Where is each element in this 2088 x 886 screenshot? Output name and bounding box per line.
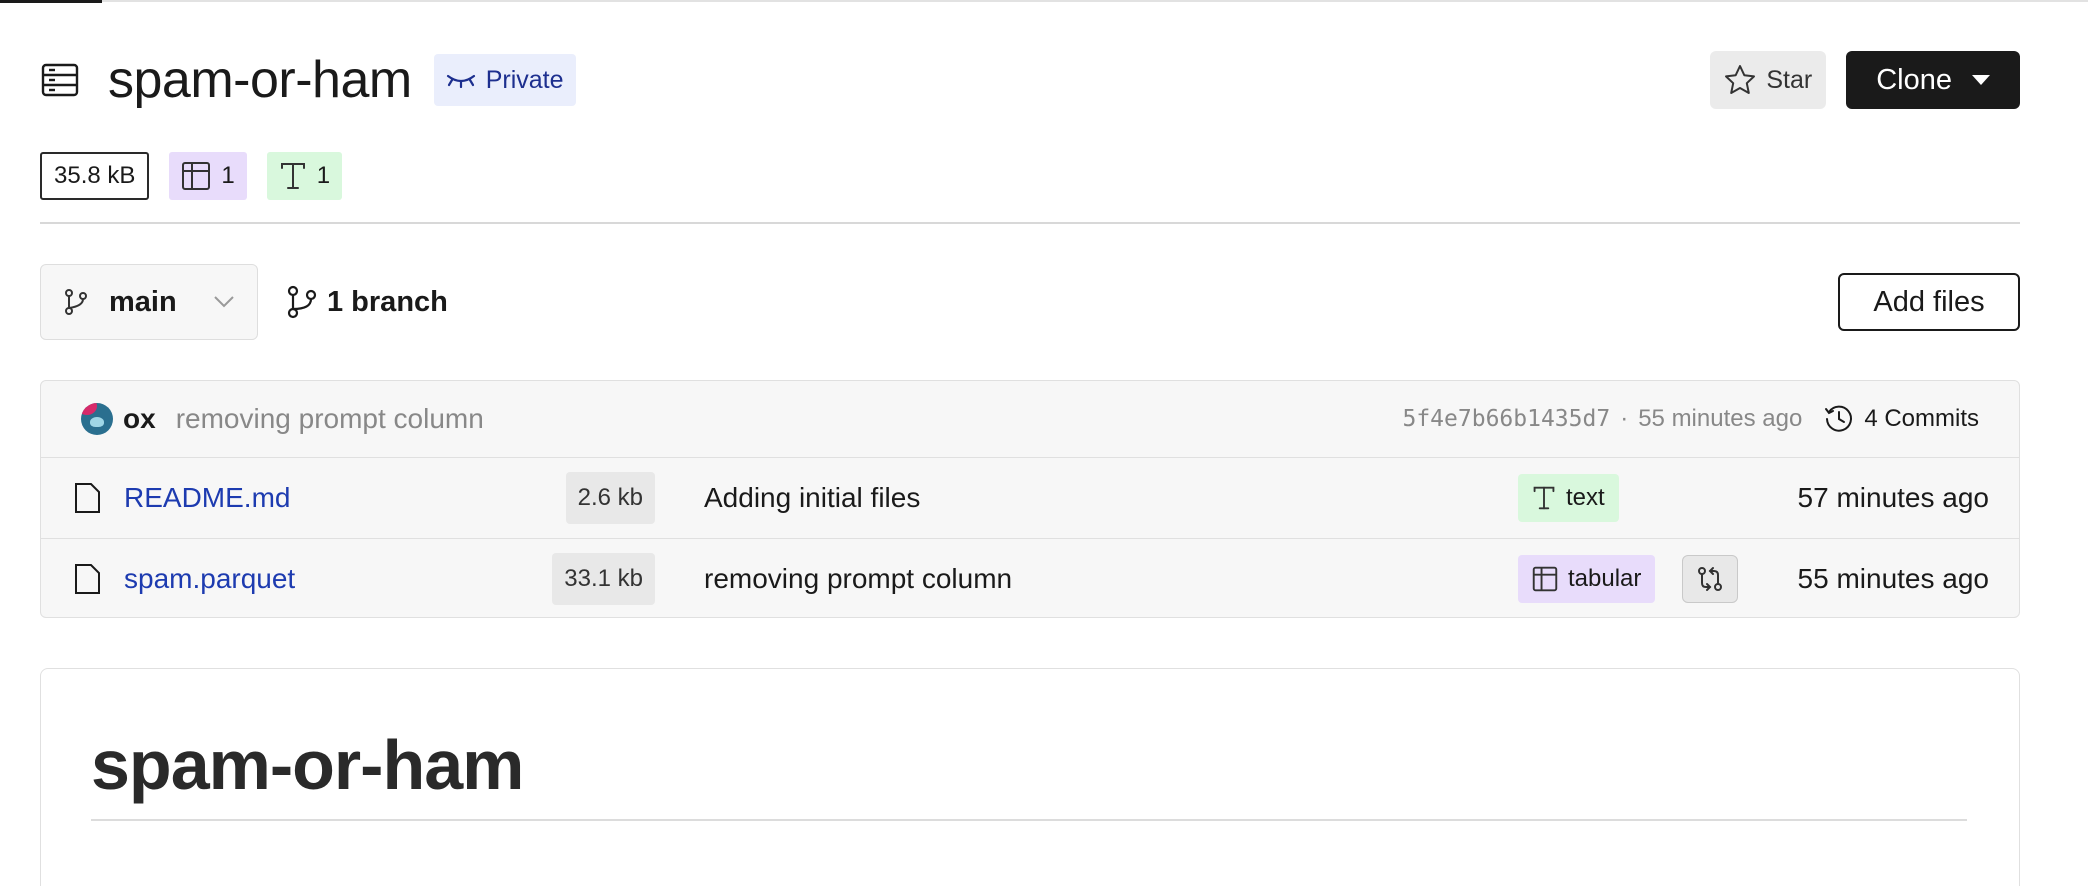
branch-count-label: 1 branch [327,285,448,318]
readme-heading-rule [91,819,1967,821]
text-count: 1 [316,162,331,189]
file-icon [75,483,100,513]
file-type-tag: text [1518,474,1619,522]
table-icon [1532,566,1558,591]
add-files-button[interactable]: Add files [1838,273,2020,331]
file-row[interactable]: README.md 2.6 kb Adding initial files te… [41,458,2019,538]
star-label: Star [1766,65,1813,94]
compare-button[interactable] [1682,554,1738,603]
dataset-icon [40,60,80,100]
private-badge: Private [433,54,576,106]
file-time: 55 minutes ago [1797,562,1989,594]
commit-message[interactable]: removing prompt column [176,403,484,435]
tabular-count: 1 [221,162,235,189]
header-divider [40,222,2020,224]
file-commit-message[interactable]: removing prompt column [704,563,1012,595]
repo-stats: 35.8 kB 1 1 [40,152,343,200]
eye-closed-icon [446,74,475,88]
branch-select[interactable]: main [40,264,258,340]
chevron-down-icon [214,296,234,308]
star-icon [1725,65,1756,94]
private-label: Private [485,65,564,94]
file-size: 33.1 kb [552,552,655,605]
last-commit-row: ox removing prompt column 5f4e7b66b1435d… [41,381,2019,458]
git-branch-icon [287,285,317,319]
commit-separator: · [1620,405,1629,432]
file-row[interactable]: spam.parquet 33.1 kb removing prompt col… [41,538,2019,617]
compare-icon [1698,566,1722,591]
file-type-label: text [1566,484,1605,511]
branch-name: main [109,285,177,318]
history-icon [1825,405,1853,432]
file-type-tag: tabular [1518,554,1656,603]
avatar[interactable] [81,403,113,435]
top-rule-accent [0,0,102,3]
size-badge: 35.8 kB [40,152,150,200]
header-actions: Star Clone [1710,51,2020,109]
clone-label: Clone [1876,63,1952,96]
file-name-link[interactable]: README.md [124,482,290,514]
file-icon [75,564,100,594]
file-time: 57 minutes ago [1797,482,1989,513]
commits-count: 4 Commits [1864,405,1979,432]
readme-heading: spam-or-ham [91,726,524,804]
text-count-badge: 1 [266,152,343,200]
repo-title: spam-or-ham [108,51,412,109]
clone-button[interactable]: Clone [1846,51,2020,109]
branch-count-link[interactable]: 1 branch [285,280,448,324]
commits-link[interactable]: 4 Commits [1824,404,1979,434]
file-name-link[interactable]: spam.parquet [124,563,295,595]
top-rule [0,0,2088,2]
repo-header: spam-or-ham Private Star Clone [40,51,2020,109]
readme-panel: spam-or-ham [40,668,2020,886]
table-icon [182,162,211,190]
star-button[interactable]: Star [1710,51,1827,109]
file-type-label: tabular [1568,564,1642,592]
text-t-icon [1533,486,1555,510]
caret-down-icon [1972,75,1990,85]
commit-time: 55 minutes ago [1638,405,1803,432]
git-branch-icon [65,289,87,315]
commit-author[interactable]: ox [123,403,156,435]
file-commit-message[interactable]: Adding initial files [704,482,920,514]
tabular-count-badge: 1 [169,152,247,200]
commit-hash[interactable]: 5f4e7b66b1435d7 [1402,406,1610,432]
file-size: 2.6 kb [565,472,655,524]
file-table: ox removing prompt column 5f4e7b66b1435d… [40,380,2020,618]
text-t-icon [280,163,305,189]
commit-meta: 5f4e7b66b1435d7 · 55 minutes ago 4 Commi… [1402,404,1979,434]
